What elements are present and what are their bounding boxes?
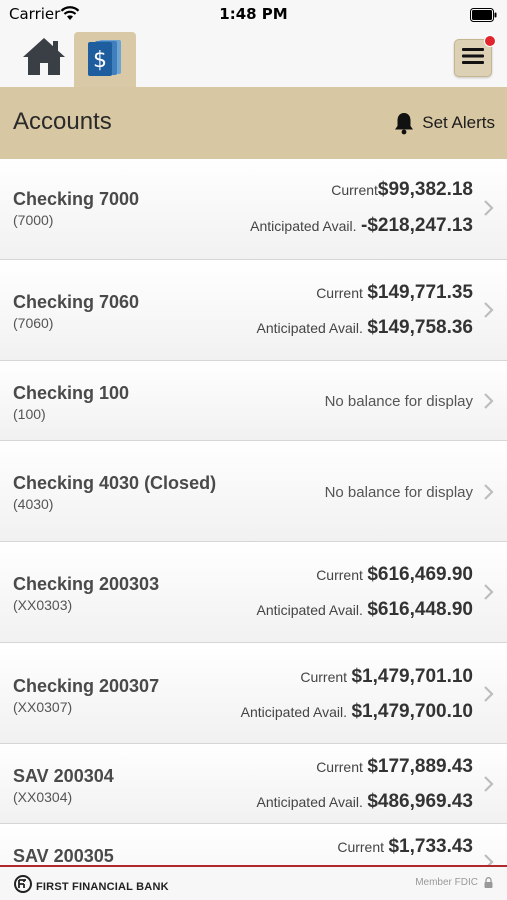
account-name: Checking 100 [13, 383, 130, 403]
available-balance-line: Anticipated Avail. $1,479,700.10 [241, 701, 473, 723]
current-balance-line: Current $1,479,701.10 [300, 666, 473, 688]
current-label: Current [316, 285, 363, 301]
page-title: Accounts [13, 108, 112, 135]
clock: 1:48 PM [219, 5, 288, 23]
battery-icon [470, 7, 498, 26]
current-balance: $616,469.90 [367, 564, 473, 585]
available-label: Anticipated Avail. [256, 602, 363, 618]
set-alerts-button[interactable]: Set Alerts [392, 111, 495, 135]
chevron-right-icon [484, 854, 494, 865]
notification-dot [484, 35, 496, 47]
tab-accounts[interactable]: $ [74, 32, 136, 87]
available-balance: -$218,247.13 [361, 215, 473, 236]
status-bar: Carrier 1:48 PM [0, 0, 507, 30]
account-name: Checking 200307 [13, 676, 160, 696]
bank-logo: FIRST FINANCIAL BANK [14, 875, 169, 898]
current-balance: $1,479,701.10 [351, 666, 473, 687]
account-row[interactable]: Checking 200307 (XX0307) Current $1,479,… [0, 643, 507, 744]
fdic-label: Member FDIC [415, 877, 478, 888]
current-balance: $149,771.35 [367, 282, 473, 303]
available-label: Anticipated Avail. [256, 794, 363, 810]
available-balance: $149,758.36 [367, 317, 473, 338]
chevron-right-icon [484, 584, 494, 600]
bell-icon [392, 111, 416, 135]
set-alerts-label: Set Alerts [422, 113, 495, 132]
menu-button[interactable] [454, 35, 496, 77]
account-number: (XX0303) [13, 597, 73, 613]
chevron-right-icon [484, 776, 494, 792]
account-number: (7000) [13, 212, 54, 228]
account-list: Checking 7000 (7000) Current$99,382.18 A… [0, 159, 507, 865]
account-name: Checking 7000 [13, 189, 140, 209]
tab-home[interactable] [14, 30, 74, 87]
account-row[interactable]: SAV 200304 (XX0304) Current $177,889.43 … [0, 744, 507, 824]
current-label: Current [337, 839, 385, 855]
current-label: Current [316, 567, 363, 583]
available-label: Anticipated Avail. [256, 320, 363, 336]
footer-bar: FIRST FINANCIAL BANK Member FDIC [0, 865, 507, 900]
chevron-right-icon [484, 393, 494, 409]
current-balance-line: Current$99,382.18 [331, 179, 473, 201]
account-number: (XX0307) [13, 699, 73, 715]
chevron-right-icon [484, 302, 494, 318]
available-balance-line: Anticipated Avail. -$218,247.13 [250, 215, 473, 237]
current-balance: $177,889.43 [367, 756, 473, 777]
bank-name: FIRST FINANCIAL BANK [36, 880, 169, 893]
available-balance-line: Anticipated Avail. $486,969.43 [257, 791, 474, 813]
fdic-notice: Member FDIC [415, 877, 493, 888]
account-number: (XX0304) [13, 789, 73, 805]
home-icon [21, 35, 67, 82]
account-name: Checking 7060 [13, 292, 140, 312]
available-balance: $486,969.43 [367, 791, 473, 812]
account-row[interactable]: Checking 7000 (7000) Current$99,382.18 A… [0, 159, 507, 260]
no-balance-text: No balance for display [324, 484, 473, 501]
account-name: SAV 200305 [13, 846, 114, 865]
current-label: Current [316, 759, 363, 775]
current-balance-line: Current $177,889.43 [316, 756, 473, 778]
account-number: (7060) [13, 315, 54, 331]
hamburger-menu-icon [462, 47, 484, 70]
account-number: (4030) [13, 496, 54, 512]
current-balance: $99,382.18 [377, 179, 473, 200]
dollar-cards-icon: $ [85, 36, 125, 83]
available-balance-line: Anticipated Avail. $616,448.90 [257, 599, 474, 621]
account-number: (100) [13, 406, 46, 422]
no-balance-text: No balance for display [324, 393, 473, 410]
svg-text:$: $ [93, 48, 107, 73]
account-row[interactable]: Checking 4030 (Closed) (4030) No balance… [0, 441, 507, 542]
lock-icon [484, 877, 493, 888]
current-label: Current [300, 669, 348, 685]
account-row[interactable]: SAV 200305 Current $1,733.43 [0, 824, 507, 865]
chevron-right-icon [484, 484, 494, 500]
account-row[interactable]: Checking 200303 (XX0303) Current $616,46… [0, 542, 507, 643]
available-label: Anticipated Avail. [240, 704, 348, 720]
available-balance-line: Anticipated Avail. $149,758.36 [257, 317, 474, 339]
bank-logo-icon [14, 875, 32, 898]
available-balance: $616,448.90 [367, 599, 473, 620]
top-navigation: $ [0, 30, 507, 87]
chevron-right-icon [484, 200, 494, 216]
accounts-screen: Carrier 1:48 PM $ Accounts Set Alerts Ch… [0, 0, 507, 900]
account-name: Checking 4030 (Closed) [13, 473, 217, 493]
current-balance: $1,733.43 [388, 836, 473, 857]
available-label: Anticipated Avail. [250, 218, 357, 234]
account-row[interactable]: Checking 100 (100) No balance for displa… [0, 361, 507, 441]
current-balance-line: Current $616,469.90 [316, 564, 473, 586]
account-name: SAV 200304 [13, 766, 114, 786]
available-balance: $1,479,700.10 [351, 701, 473, 722]
current-balance-line: Current $149,771.35 [316, 282, 473, 304]
account-name: Checking 200303 [13, 574, 160, 594]
current-label: Current [331, 182, 378, 198]
account-row[interactable]: Checking 7060 (7060) Current $149,771.35… [0, 260, 507, 361]
page-header: Accounts Set Alerts [0, 87, 507, 159]
current-balance-line: Current $1,733.43 [337, 836, 473, 858]
chevron-right-icon [484, 686, 494, 702]
